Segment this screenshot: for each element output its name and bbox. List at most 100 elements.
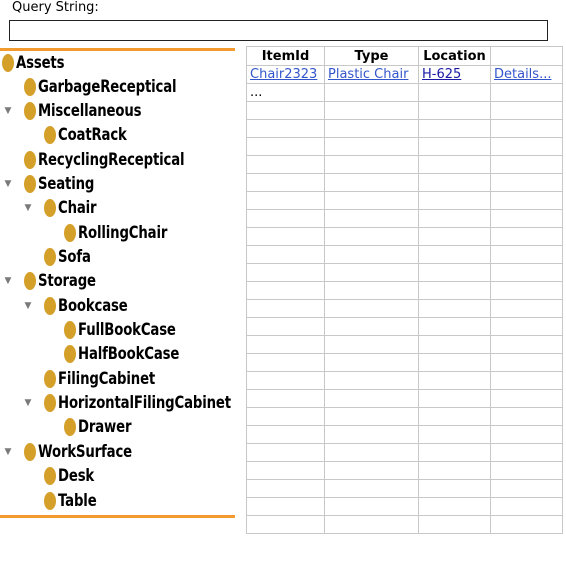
empty-table-row	[246, 389, 563, 408]
expand-triangle-icon[interactable]: ▼	[2, 446, 14, 458]
expand-triangle-icon[interactable]: ▼	[22, 202, 34, 214]
node-bullet-icon	[64, 321, 76, 339]
type-link[interactable]: Plastic Chair	[328, 67, 408, 82]
empty-table-cell	[418, 191, 491, 210]
empty-table-row	[246, 515, 563, 534]
table-row: ...	[246, 83, 563, 102]
tree-node-assets[interactable]: Assets	[2, 51, 78, 75]
tree-node-label: Table	[58, 491, 97, 511]
empty-table-cell	[246, 515, 325, 534]
empty-table-cell	[246, 407, 325, 426]
empty-table-cell	[490, 497, 563, 516]
tree-node-storage[interactable]: ▼ Storage	[2, 269, 112, 293]
empty-table-cell	[418, 461, 491, 480]
expand-triangle-icon[interactable]: ▼	[2, 178, 14, 190]
tree-node-coatrack[interactable]: CoatRack	[44, 123, 146, 147]
column-header-actions	[490, 46, 563, 66]
empty-table-cell	[418, 119, 491, 138]
tree-node-rollingchair[interactable]: RollingChair	[64, 221, 192, 245]
empty-table-row	[246, 353, 563, 372]
details-link[interactable]: Details...	[494, 67, 551, 82]
empty-table-cell	[324, 407, 419, 426]
table-cell	[324, 83, 419, 102]
empty-table-cell	[418, 173, 491, 192]
empty-table-cell	[418, 443, 491, 462]
column-header-location[interactable]: Location	[418, 46, 491, 66]
node-bullet-icon	[44, 370, 56, 388]
empty-table-cell	[324, 461, 419, 480]
empty-table-row	[246, 461, 563, 480]
tree-node-table[interactable]: Table	[44, 489, 107, 513]
empty-table-cell	[246, 317, 325, 336]
node-bullet-icon	[44, 126, 56, 144]
empty-table-cell	[246, 425, 325, 444]
tree-node-seating[interactable]: ▼ Seating	[2, 172, 110, 196]
empty-table-row	[246, 227, 563, 246]
expand-triangle-icon[interactable]: ▼	[22, 397, 34, 409]
empty-table-row	[246, 281, 563, 300]
empty-table-cell	[418, 101, 491, 120]
empty-table-cell	[490, 119, 563, 138]
empty-table-cell	[324, 425, 419, 444]
empty-table-cell	[246, 191, 325, 210]
itemid-link[interactable]: Chair2323	[250, 67, 317, 82]
empty-table-cell	[246, 353, 325, 372]
empty-table-cell	[490, 227, 563, 246]
tree-node-chair[interactable]: ▼ Chair	[22, 196, 107, 220]
tree-bottom-divider	[0, 515, 235, 518]
table-cell: ...	[246, 83, 325, 102]
empty-table-cell	[418, 281, 491, 300]
tree-node-miscellaneous[interactable]: ▼ Miscellaneous	[2, 99, 171, 123]
tree-node-label: Miscellaneous	[38, 101, 142, 121]
node-bullet-icon	[24, 272, 36, 290]
node-bullet-icon	[24, 78, 36, 96]
tree-node-recyclingreceptical[interactable]: RecyclingReceptical	[24, 148, 226, 172]
tree-node-label: Storage	[38, 271, 96, 291]
tree-node-fullbookcase[interactable]: FullBookCase	[64, 318, 203, 342]
node-bullet-icon	[44, 467, 56, 485]
node-bullet-icon	[44, 248, 56, 266]
empty-table-cell	[246, 443, 325, 462]
column-header-type[interactable]: Type	[324, 46, 419, 66]
empty-table-row	[246, 371, 563, 390]
tree-node-worksurface[interactable]: ▼ WorkSurface	[2, 440, 159, 464]
tree-node-garbagereceptical[interactable]: GarbageReceptical	[24, 75, 215, 99]
query-string-label: Query String:	[12, 0, 99, 15]
tree-node-desk[interactable]: Desk	[44, 464, 104, 488]
tree-node-halfbookcase[interactable]: HalfBookCase	[64, 342, 208, 366]
empty-table-cell	[490, 407, 563, 426]
query-string-input[interactable]	[9, 20, 548, 41]
empty-table-cell	[490, 425, 563, 444]
empty-table-cell	[246, 371, 325, 390]
expand-triangle-icon[interactable]: ▼	[22, 300, 34, 312]
empty-table-cell	[490, 389, 563, 408]
empty-table-cell	[324, 101, 419, 120]
empty-table-cell	[490, 155, 563, 174]
empty-table-row	[246, 425, 563, 444]
expand-triangle-icon[interactable]: ▼	[2, 275, 14, 287]
empty-table-cell	[418, 335, 491, 354]
column-header-itemid[interactable]: ItemId	[246, 46, 325, 66]
tree-node-filingcabinet[interactable]: FilingCabinet	[44, 367, 182, 391]
empty-table-cell	[490, 101, 563, 120]
location-link[interactable]: H-625	[422, 67, 461, 82]
tree-node-drawer[interactable]: Drawer	[64, 415, 146, 439]
expand-triangle-icon[interactable]: ▼	[2, 105, 14, 117]
empty-table-cell	[418, 497, 491, 516]
empty-table-row	[246, 119, 563, 138]
empty-table-cell	[324, 173, 419, 192]
tree-node-sofa[interactable]: Sofa	[44, 245, 100, 269]
empty-table-cell	[324, 137, 419, 156]
empty-table-cell	[246, 497, 325, 516]
tree-node-label: FullBookCase	[78, 320, 176, 340]
empty-table-row	[246, 263, 563, 282]
empty-table-cell	[490, 263, 563, 282]
tree-node-label: Chair	[58, 198, 97, 218]
table-row: Chair2323 Plastic Chair H-625 Details...	[246, 65, 563, 84]
node-bullet-icon	[24, 102, 36, 120]
tree-node-horizontalfilingcabinet[interactable]: ▼ HorizontalFilingCabinet	[22, 391, 280, 415]
table-cell	[418, 83, 491, 102]
empty-table-row	[246, 407, 563, 426]
empty-table-cell	[324, 353, 419, 372]
tree-node-bookcase[interactable]: ▼ Bookcase	[22, 294, 147, 318]
